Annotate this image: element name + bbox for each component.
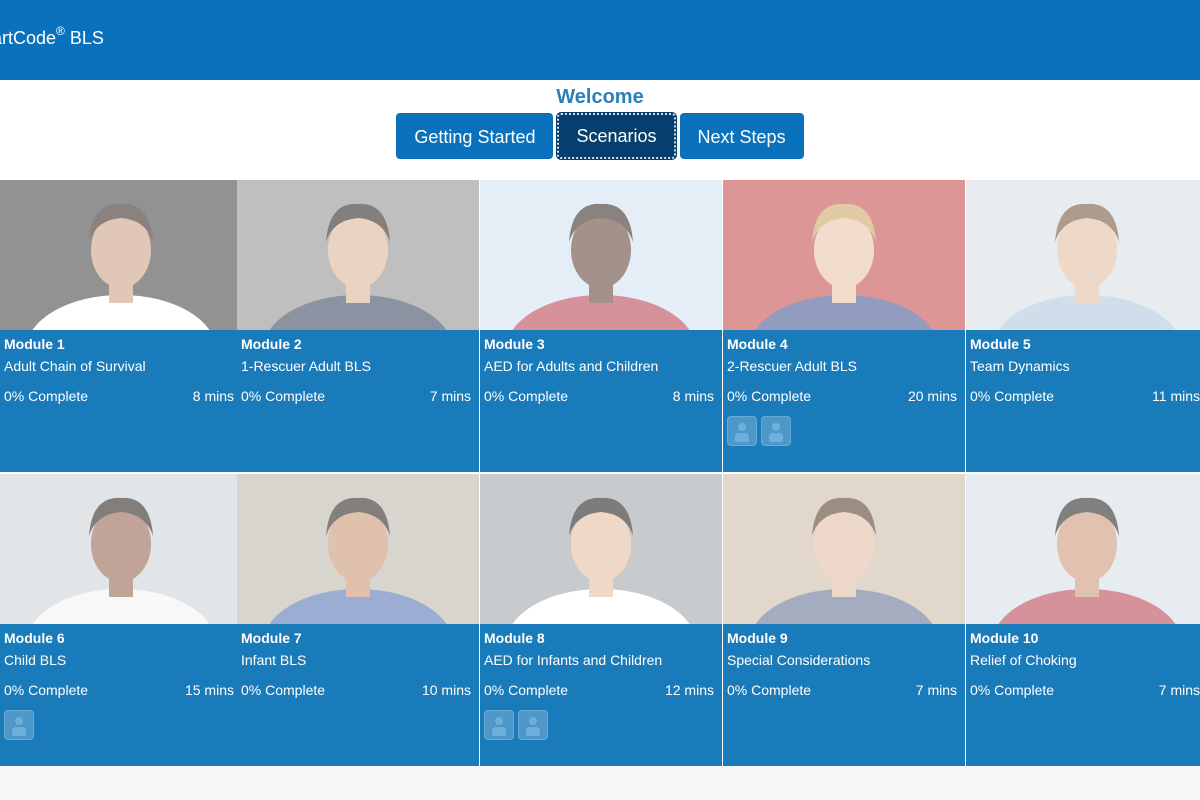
module-info: Module 9 Special Considerations 0% Compl… — [723, 624, 965, 766]
module-info: Module 10 Relief of Choking 0% Complete … — [966, 624, 1200, 766]
module-photo — [966, 180, 1200, 330]
module-number: Module 2 — [241, 336, 302, 352]
module-duration: 8 mins — [192, 388, 234, 404]
module-progress: 0% Complete — [484, 682, 569, 698]
welcome-heading: Welcome — [556, 86, 644, 108]
module-number: Module 5 — [970, 336, 1031, 352]
module-info: Module 1 Adult Chain of Survival 0% Comp… — [0, 330, 242, 472]
module-duration: 10 mins — [421, 682, 471, 698]
module-title: Infant BLS — [241, 652, 307, 668]
module-number: Module 6 — [4, 630, 65, 646]
module-card[interactable]: Module 10 Relief of Choking 0% Complete … — [966, 474, 1200, 766]
module-progress: 0% Complete — [241, 388, 326, 404]
module-info: Module 3 AED for Adults and Children 0% … — [480, 330, 722, 472]
module-progress: 0% Complete — [970, 682, 1055, 698]
module-number: Module 4 — [727, 336, 788, 352]
module-info: Module 4 2-Rescuer Adult BLS 0% Complete… — [723, 330, 965, 472]
module-title: Relief of Choking — [970, 652, 1077, 668]
module-photo — [237, 180, 479, 330]
module-progress: 0% Complete — [4, 682, 89, 698]
tab-scenarios[interactable]: Scenarios — [557, 113, 676, 159]
module-number: Module 3 — [484, 336, 545, 352]
module-title: AED for Infants and Children — [484, 652, 663, 668]
module-card[interactable]: Module 6 Child BLS 0% Complete 15 mins — [0, 474, 242, 766]
badge-user-icon — [761, 416, 791, 446]
module-number: Module 10 — [970, 630, 1039, 646]
section-tabs: Getting Started Scenarios Next Steps — [0, 113, 1200, 159]
module-duration: 20 mins — [907, 388, 957, 404]
module-progress: 0% Complete — [727, 682, 812, 698]
module-card[interactable]: Module 1 Adult Chain of Survival 0% Comp… — [0, 180, 242, 472]
module-progress: 0% Complete — [727, 388, 812, 404]
module-title: 1-Rescuer Adult BLS — [241, 358, 371, 374]
module-title: Adult Chain of Survival — [4, 358, 146, 374]
module-duration: 15 mins — [184, 682, 234, 698]
tab-next-steps[interactable]: Next Steps — [679, 113, 804, 159]
module-photo — [480, 180, 722, 330]
module-progress: 0% Complete — [241, 682, 326, 698]
module-title: Team Dynamics — [970, 358, 1070, 374]
module-progress: 0% Complete — [970, 388, 1055, 404]
app-header: artCode® BLS — [0, 0, 1200, 80]
module-progress: 0% Complete — [484, 388, 569, 404]
module-photo — [0, 474, 242, 624]
app-title: artCode® BLS — [0, 24, 104, 49]
module-number: Module 9 — [727, 630, 788, 646]
module-photo — [723, 474, 965, 624]
module-card[interactable]: Module 2 1-Rescuer Adult BLS 0% Complete… — [237, 180, 479, 472]
module-duration: 7 mins — [429, 388, 471, 404]
module-title: Special Considerations — [727, 652, 871, 668]
page-footer — [0, 766, 1200, 800]
module-info: Module 2 1-Rescuer Adult BLS 0% Complete… — [237, 330, 479, 472]
module-duration: 7 mins — [915, 682, 957, 698]
module-info: Module 6 Child BLS 0% Complete 15 mins — [0, 624, 242, 766]
module-title: AED for Adults and Children — [484, 358, 659, 374]
app-title-name: artCode — [0, 28, 57, 48]
module-photo — [723, 180, 965, 330]
module-duration: 8 mins — [672, 388, 714, 404]
module-card[interactable]: Module 7 Infant BLS 0% Complete 10 mins — [237, 474, 479, 766]
module-photo — [0, 180, 242, 330]
app-title-suffix: BLS — [64, 28, 104, 48]
badge-user-icon — [484, 710, 514, 740]
module-info: Module 7 Infant BLS 0% Complete 10 mins — [237, 624, 479, 766]
badge-user-icon — [518, 710, 548, 740]
module-card[interactable]: Module 9 Special Considerations 0% Compl… — [723, 474, 965, 766]
tab-getting-started[interactable]: Getting Started — [396, 113, 554, 159]
module-info: Module 5 Team Dynamics 0% Complete 11 mi… — [966, 330, 1200, 472]
module-card[interactable]: Module 8 AED for Infants and Children 0%… — [480, 474, 722, 766]
module-number: Module 8 — [484, 630, 545, 646]
module-duration: 7 mins — [1158, 682, 1200, 698]
module-duration: 12 mins — [664, 682, 714, 698]
badge-list — [484, 710, 548, 740]
module-title: Child BLS — [4, 652, 67, 668]
module-grid: Module 1 Adult Chain of Survival 0% Comp… — [0, 180, 1200, 766]
module-card[interactable]: Module 5 Team Dynamics 0% Complete 11 mi… — [966, 180, 1200, 472]
module-card[interactable]: Module 4 2-Rescuer Adult BLS 0% Complete… — [723, 180, 965, 472]
module-photo — [966, 474, 1200, 624]
module-card[interactable]: Module 3 AED for Adults and Children 0% … — [480, 180, 722, 472]
module-photo — [480, 474, 722, 624]
registered-mark: ® — [56, 24, 65, 38]
badge-user-icon — [727, 416, 757, 446]
module-title: 2-Rescuer Adult BLS — [727, 358, 857, 374]
module-photo — [237, 474, 479, 624]
module-number: Module 1 — [4, 336, 65, 352]
module-progress: 0% Complete — [4, 388, 89, 404]
module-info: Module 8 AED for Infants and Children 0%… — [480, 624, 722, 766]
badge-user-icon — [4, 710, 34, 740]
module-number: Module 7 — [241, 630, 302, 646]
module-duration: 11 mins — [1152, 388, 1200, 404]
badge-list — [4, 710, 34, 740]
badge-list — [727, 416, 791, 446]
